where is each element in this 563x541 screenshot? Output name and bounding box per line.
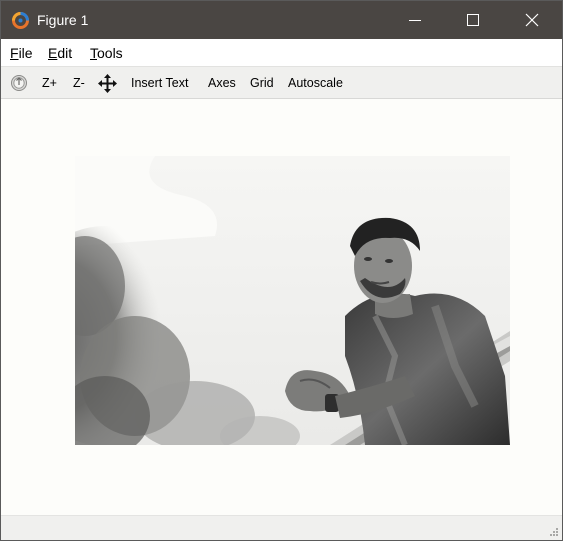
menu-tools-label: ools [97, 45, 123, 61]
close-button[interactable] [503, 1, 561, 39]
zoom-out-button[interactable]: Z- [73, 76, 85, 90]
octave-logo-icon [12, 12, 29, 29]
figure-canvas[interactable] [1, 99, 562, 515]
resize-grip-icon[interactable] [549, 527, 559, 537]
title-bar[interactable]: Figure 1 [1, 1, 562, 39]
maximize-button[interactable] [444, 1, 502, 39]
pan-move-icon[interactable] [98, 74, 117, 93]
menu-bar: File Edit Tools [1, 39, 562, 66]
photo-image [75, 156, 510, 445]
status-bar [1, 515, 562, 540]
menu-tools[interactable]: Tools [90, 45, 123, 61]
autoscale-button[interactable]: Autoscale [288, 76, 343, 90]
close-icon [525, 13, 539, 27]
figure-window: Figure 1 File Edit Tools Z+ Z- Insert Te… [0, 0, 563, 541]
minimize-button[interactable] [386, 1, 444, 39]
menu-edit-accel: E [48, 45, 58, 61]
window-title: Figure 1 [37, 12, 89, 28]
menu-file-label: ile [18, 45, 33, 61]
axes-button[interactable]: Axes [208, 76, 236, 90]
menu-file[interactable]: File [10, 45, 33, 61]
menu-edit-label: dit [57, 45, 73, 61]
figure-toolbar: Z+ Z- Insert Text Axes Grid Autoscale [1, 66, 562, 99]
menu-edit[interactable]: Edit [48, 45, 72, 61]
minimize-icon [409, 20, 421, 21]
rotate-icon[interactable] [10, 74, 28, 92]
zoom-in-button[interactable]: Z+ [42, 76, 57, 90]
insert-text-button[interactable]: Insert Text [131, 76, 188, 90]
menu-tools-accel: T [90, 45, 97, 61]
menu-file-accel: F [10, 45, 19, 61]
maximize-icon [467, 14, 479, 26]
grid-button[interactable]: Grid [250, 76, 274, 90]
